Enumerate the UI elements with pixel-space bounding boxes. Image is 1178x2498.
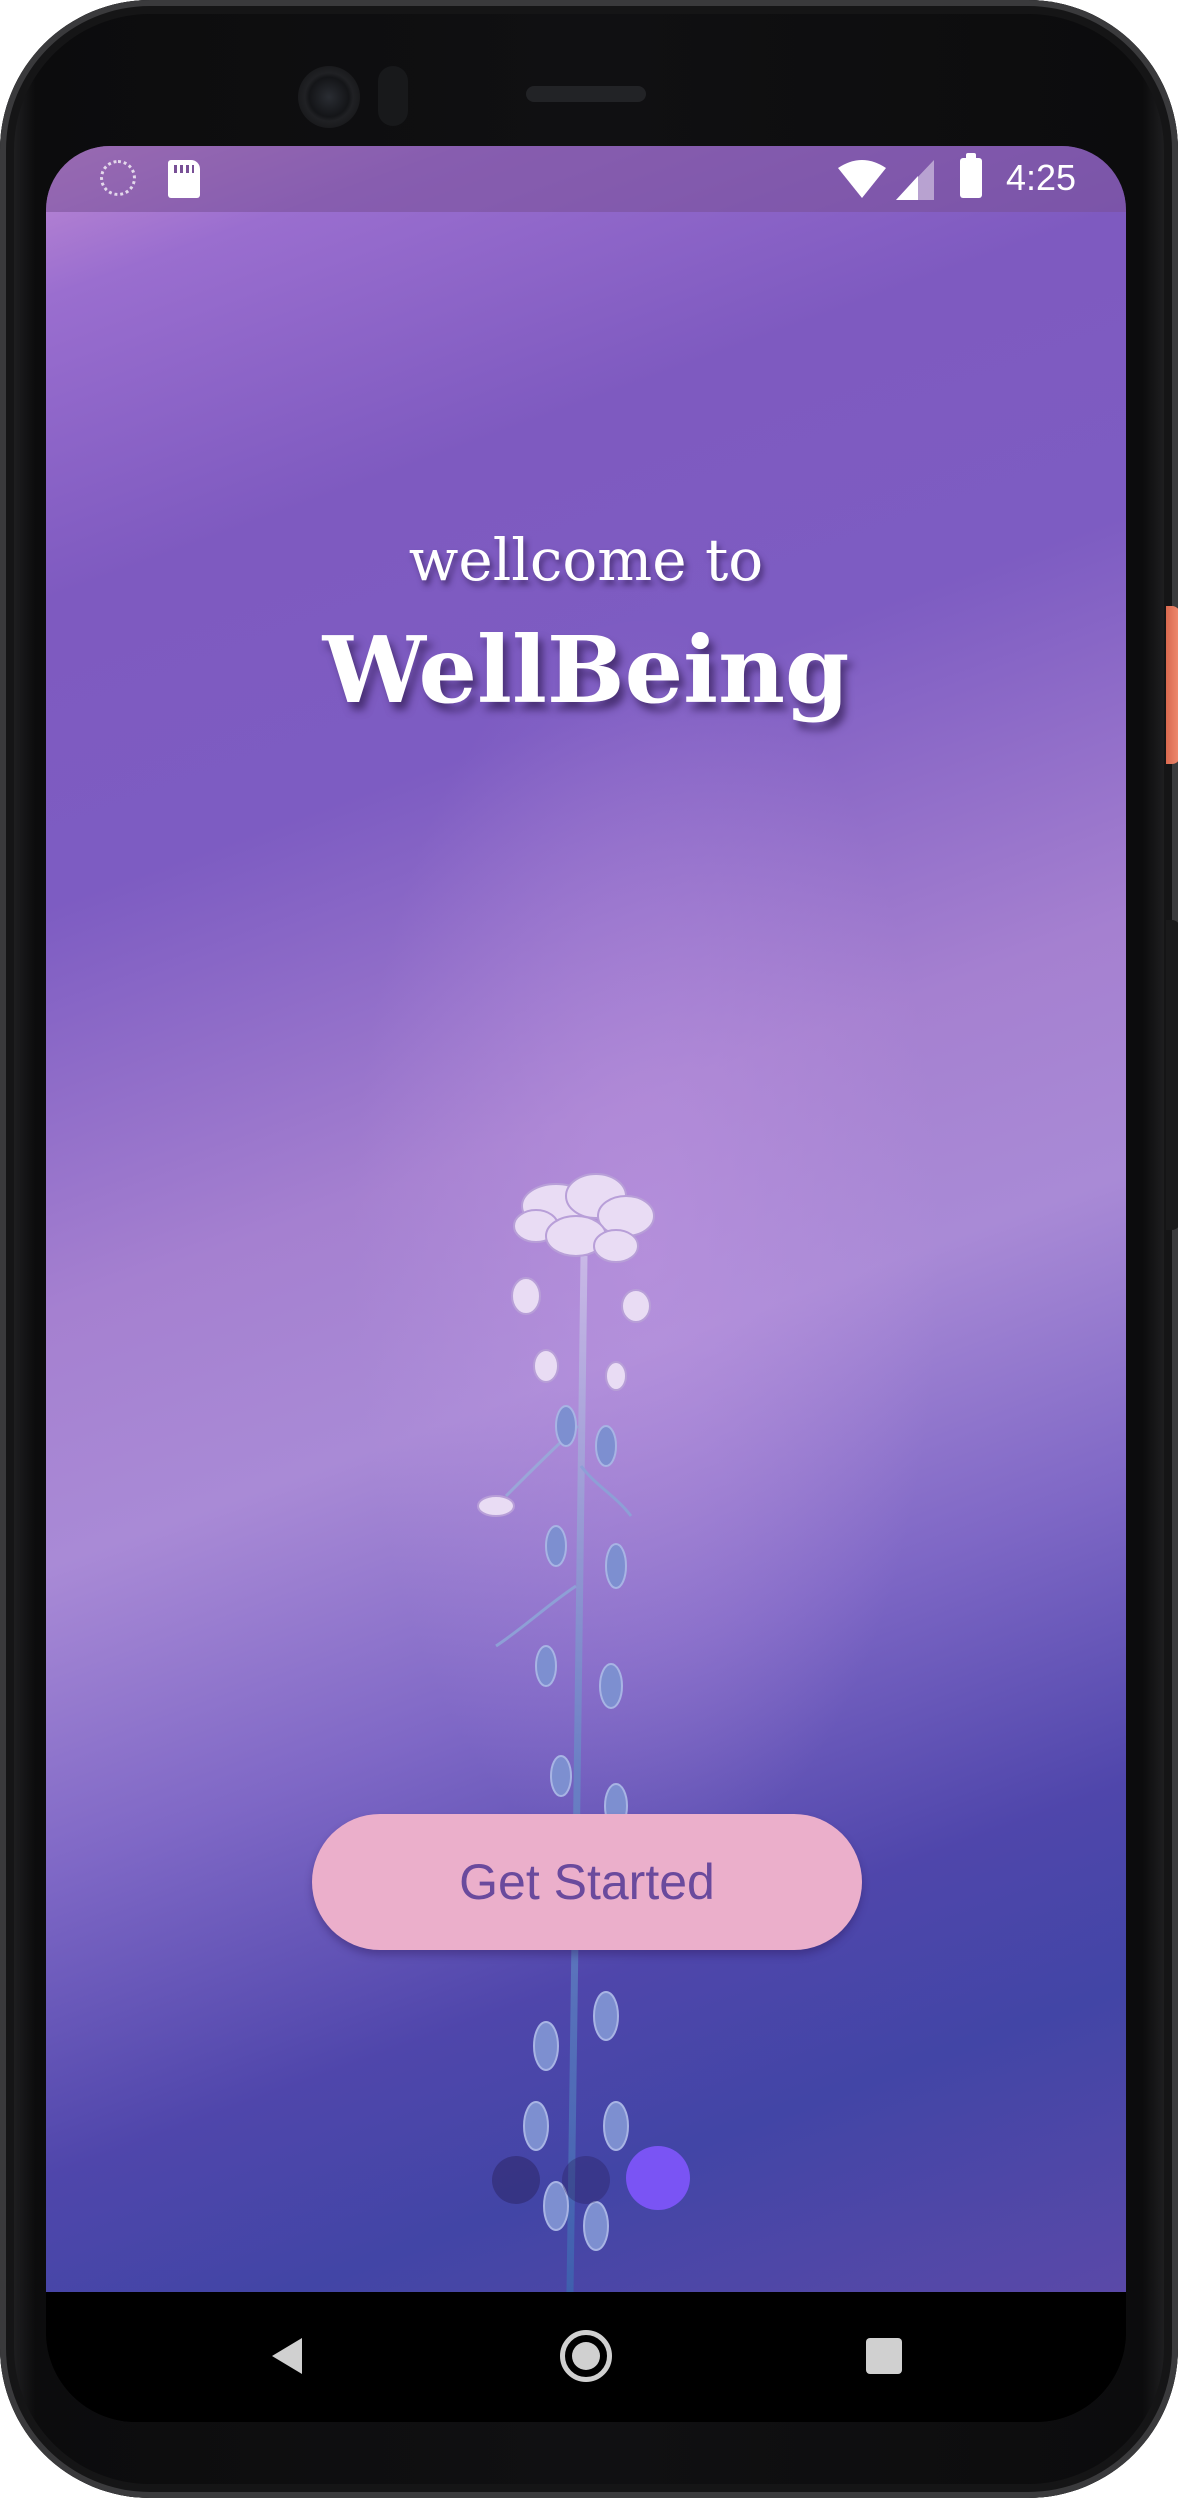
app-title: WellBeing [322,616,850,724]
page-dot-2[interactable] [562,2156,610,2204]
battery-icon [960,153,982,198]
navigation-bar [46,2292,1126,2422]
sd-card-icon [168,160,200,198]
phone-frame: 4:25 wellcome to WellBeing Get Started [0,0,1178,2498]
page-dot-3-active[interactable] [626,2146,690,2210]
cell-signal-icon [896,160,934,200]
power-button [1166,606,1178,764]
recents-icon[interactable] [866,2338,902,2374]
home-icon[interactable] [560,2330,612,2382]
back-icon[interactable] [272,2338,302,2374]
welcome-subtitle: wellcome to [408,526,764,594]
earpiece-speaker [526,86,646,102]
volume-button [1166,920,1178,1230]
screen: 4:25 wellcome to WellBeing Get Started [46,146,1126,2422]
get-started-button[interactable]: Get Started [312,1814,862,1950]
onboarding-screen: 4:25 wellcome to WellBeing Get Started [46,146,1126,2292]
wifi-icon [838,160,886,198]
page-dot-1[interactable] [492,2156,540,2204]
proximity-sensor [378,66,408,126]
clock: 4:25 [1006,157,1077,198]
status-bar: 4:25 [46,146,1126,212]
flower-image [477,1173,655,2292]
front-camera [298,66,360,128]
sync-icon [100,160,136,196]
